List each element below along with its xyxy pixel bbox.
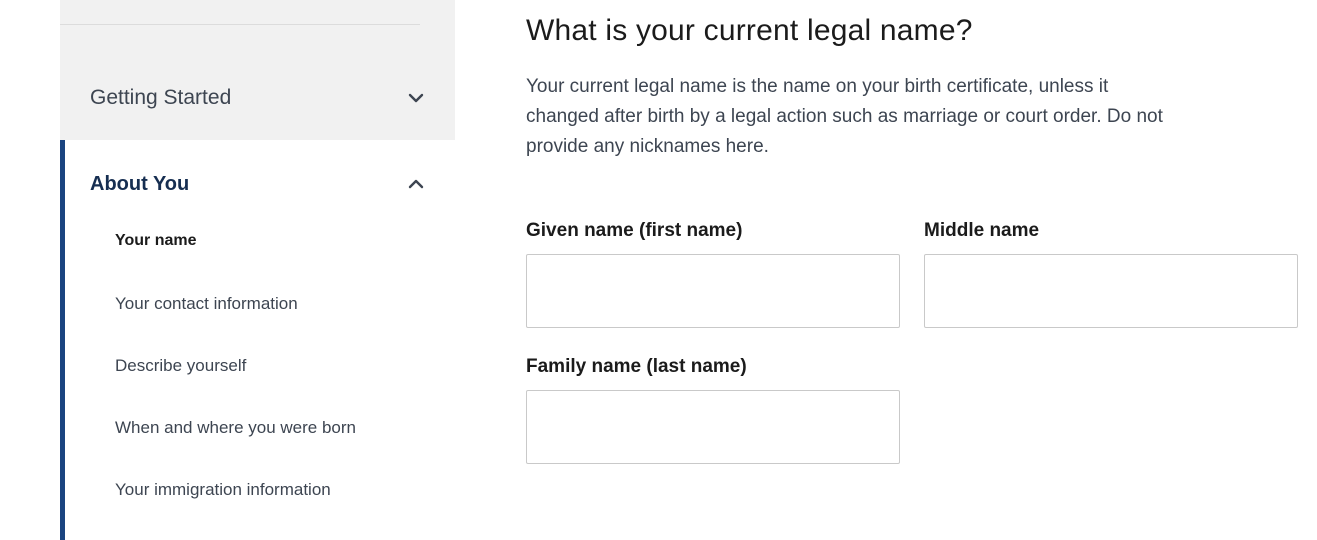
- sidebar-section-getting-started[interactable]: Getting Started: [90, 80, 425, 116]
- intro-line: changed after birth by a legal action su…: [526, 106, 1163, 127]
- page: Getting Started About You Your name Your…: [0, 0, 1317, 540]
- family-name-label: Family name (last name): [526, 356, 747, 377]
- subnav-item-contact-information[interactable]: Your contact information: [115, 284, 435, 346]
- family-name-input[interactable]: [526, 390, 900, 464]
- main-content: What is your current legal name? Your cu…: [526, 0, 1316, 540]
- middle-name-label: Middle name: [924, 220, 1040, 241]
- chevron-up-icon[interactable]: [407, 175, 425, 193]
- divider: [60, 24, 420, 25]
- subnav-item-your-name[interactable]: Your name: [115, 222, 435, 284]
- sidebar-collapsed-panel: [60, 0, 455, 140]
- intro-line: Your current legal name is the name on y…: [526, 76, 1109, 97]
- intro-line: provide any nicknames here.: [526, 136, 769, 157]
- given-name-input[interactable]: [526, 254, 900, 328]
- active-section-indicator: [60, 140, 65, 540]
- intro-text: Your current legal name is the name on y…: [526, 72, 1306, 162]
- sidebar-section-label: Getting Started: [90, 86, 232, 109]
- sidebar-section-about-you[interactable]: About You: [90, 166, 425, 202]
- about-you-subnav: Your name Your contact information Descr…: [115, 222, 435, 532]
- sidebar-section-label: About You: [90, 172, 190, 195]
- subnav-item-describe-yourself[interactable]: Describe yourself: [115, 346, 435, 408]
- given-name-label: Given name (first name): [526, 220, 743, 241]
- subnav-item-when-where-born[interactable]: When and where you were born: [115, 408, 435, 470]
- subnav-item-immigration-information[interactable]: Your immigration information: [115, 470, 435, 532]
- sidebar-nav: Getting Started About You Your name Your…: [0, 0, 455, 540]
- chevron-down-icon[interactable]: [407, 89, 425, 107]
- middle-name-input[interactable]: [924, 254, 1298, 328]
- page-title: What is your current legal name?: [526, 14, 973, 47]
